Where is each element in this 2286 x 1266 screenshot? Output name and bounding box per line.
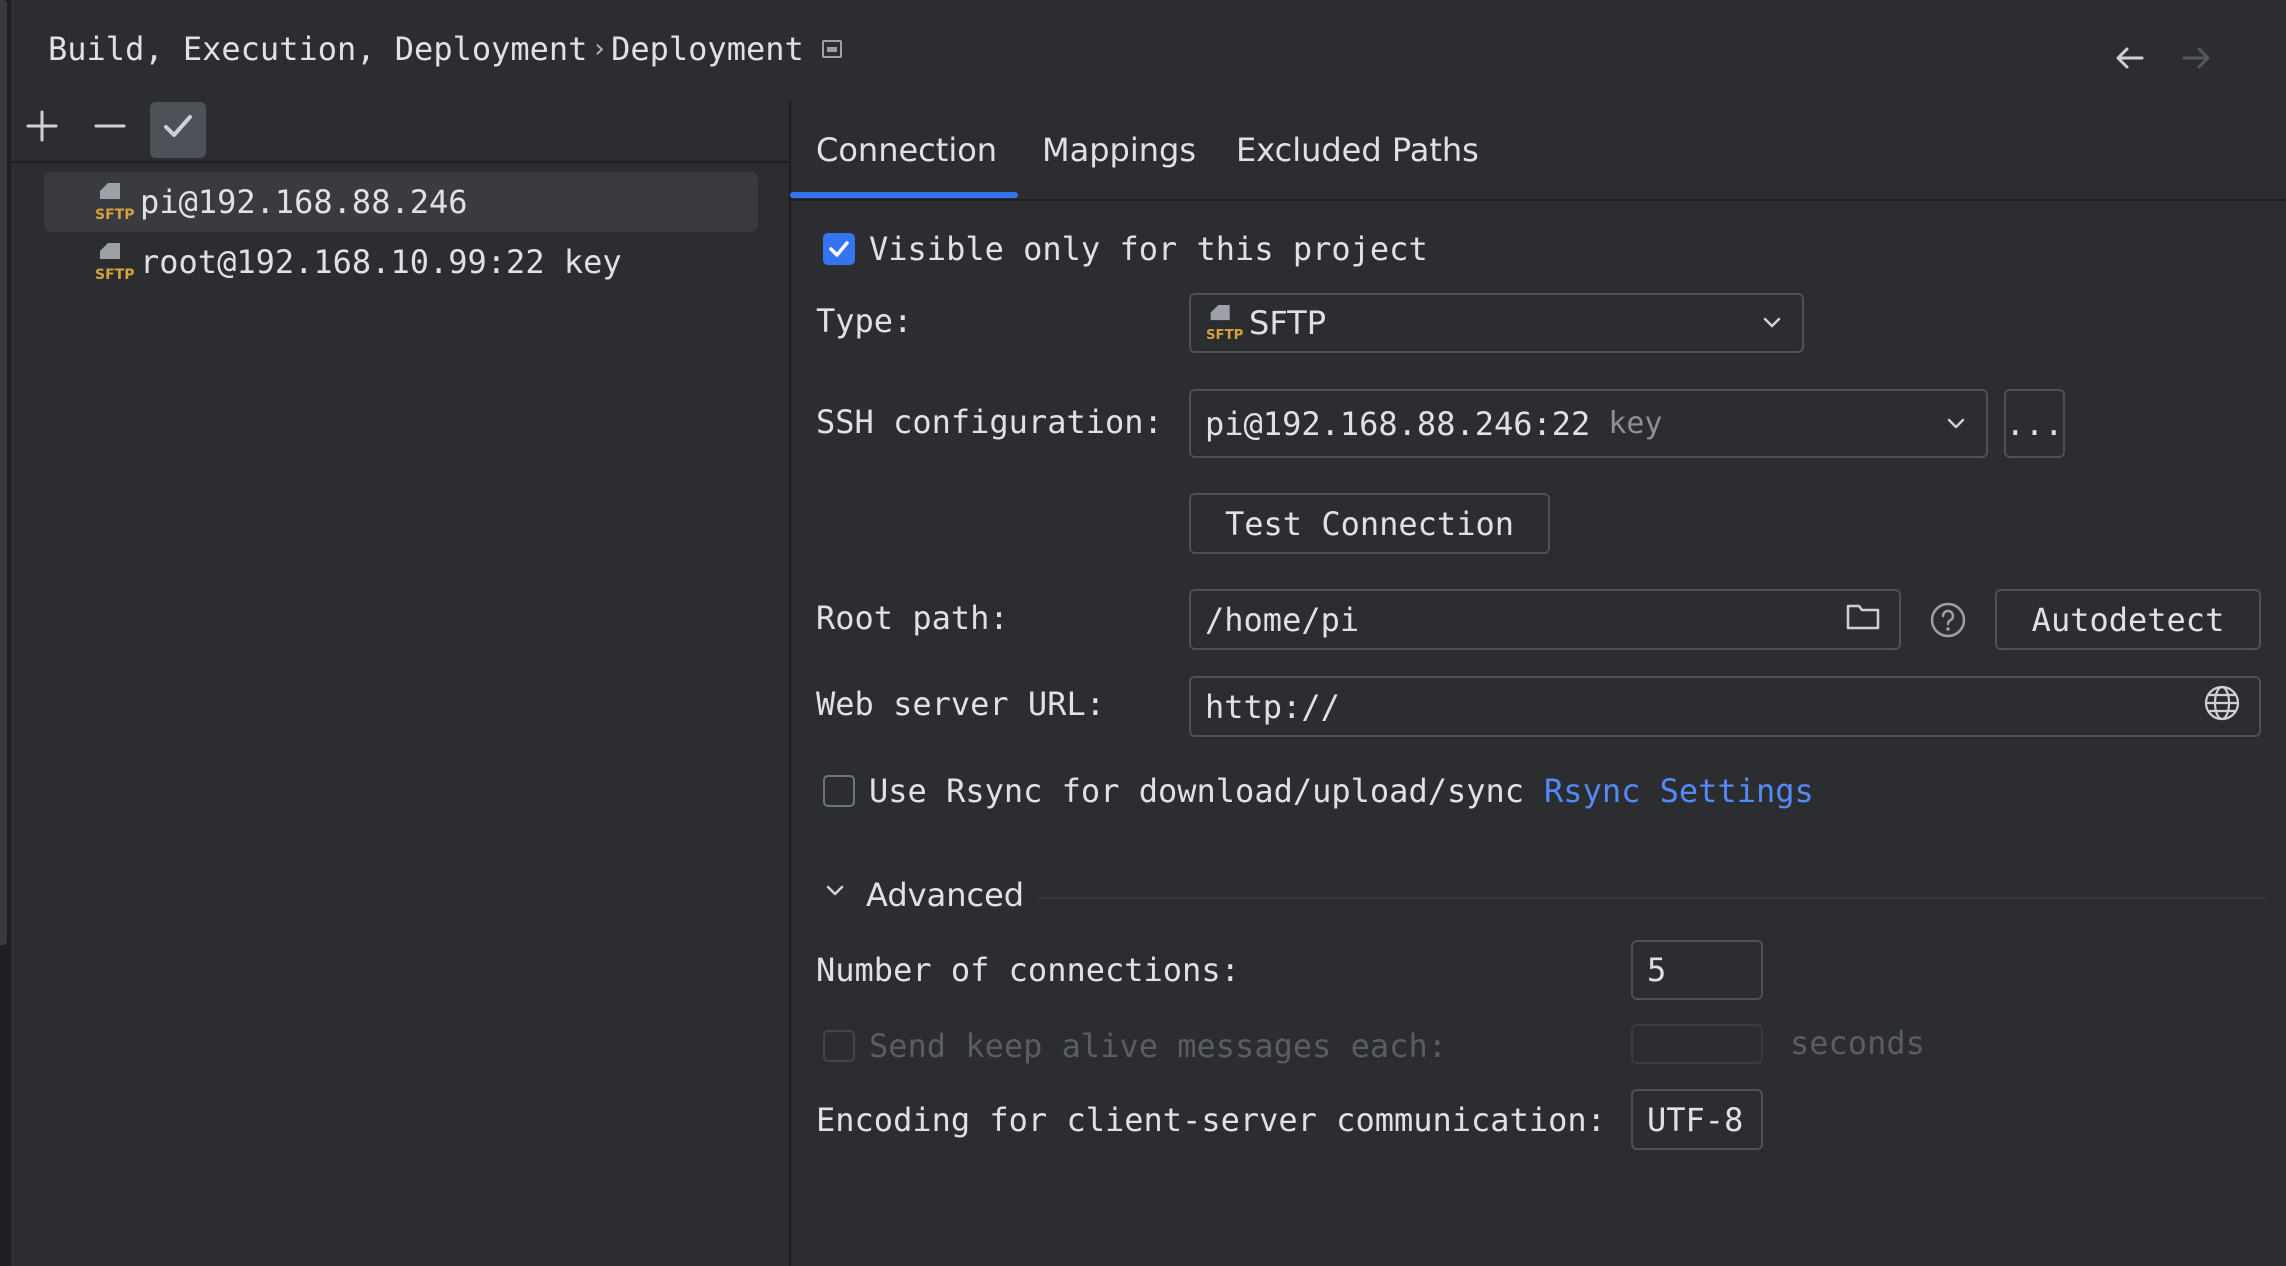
keepalive-input[interactable] [1631, 1024, 1763, 1064]
add-server-button[interactable] [14, 102, 70, 158]
keepalive-label: Send keep alive messages each: [869, 1027, 1447, 1065]
chevron-down-icon [1760, 304, 1784, 342]
sftp-icon: SFTP [94, 241, 134, 283]
tab-mappings[interactable]: Mappings [1042, 100, 1196, 200]
ssh-config-hint: key [1608, 406, 1663, 441]
help-icon[interactable] [1929, 601, 1967, 647]
keepalive-row: Send keep alive messages each: [823, 1027, 1447, 1065]
connections-value: 5 [1647, 951, 1667, 989]
keepalive-unit: seconds [1790, 1024, 1925, 1062]
root-path-label: Root path: [816, 599, 1009, 637]
encoding-label: Encoding for client-server communication… [816, 1101, 1606, 1139]
ssh-config-label: SSH configuration: [816, 403, 1163, 441]
rsync-checkbox[interactable] [823, 775, 855, 807]
tab-excluded-paths[interactable]: Excluded Paths [1236, 100, 1479, 200]
splitter[interactable] [789, 100, 791, 1266]
breadcrumb-separator: › [591, 34, 608, 64]
type-select[interactable]: SFTP SFTP [1189, 293, 1804, 353]
plus-icon [24, 108, 60, 152]
sftp-icon: SFTP [94, 181, 134, 223]
back-arrow-icon[interactable] [2110, 38, 2150, 78]
minus-icon [92, 108, 128, 152]
ssh-config-more-button[interactable]: ... [2004, 389, 2065, 458]
check-icon [160, 108, 196, 152]
server-item-root[interactable]: SFTP root@192.168.10.99:22 key [44, 232, 758, 292]
project-scope-icon [821, 40, 842, 58]
rsync-label[interactable]: Use Rsync for download/upload/sync [869, 772, 1524, 810]
visible-only-checkbox[interactable] [823, 233, 855, 265]
active-tab-indicator [790, 192, 1018, 198]
tabs-divider [791, 199, 2286, 201]
left-edge-scrollbar[interactable] [0, 0, 7, 945]
rsync-row: Use Rsync for download/upload/sync Rsync… [823, 772, 1814, 810]
server-list-toolbar [14, 100, 218, 160]
folder-icon[interactable] [1845, 600, 1881, 640]
root-path-input[interactable]: /home/pi [1189, 589, 1901, 650]
rsync-settings-link[interactable]: Rsync Settings [1544, 772, 1814, 810]
test-connection-button[interactable]: Test Connection [1189, 493, 1550, 554]
remove-server-button[interactable] [82, 102, 138, 158]
svg-text:SFTP: SFTP [1206, 328, 1243, 343]
type-label: Type: [816, 302, 913, 340]
chevron-down-icon [820, 876, 850, 914]
encoding-value: UTF-8 [1647, 1100, 1744, 1139]
visible-only-row: Visible only for this project [823, 230, 1428, 268]
server-item-pi[interactable]: SFTP pi@192.168.88.246 [44, 172, 758, 232]
sftp-icon: SFTP [1205, 303, 1244, 343]
type-select-value: SFTP [1249, 304, 1326, 342]
ssh-config-value: pi@192.168.88.246:22 [1205, 404, 1591, 443]
advanced-section-toggle[interactable]: Advanced [820, 876, 1024, 914]
tab-bar: Connection Mappings Excluded Paths [791, 100, 2286, 200]
visible-only-label[interactable]: Visible only for this project [869, 230, 1428, 268]
advanced-label: Advanced [866, 876, 1025, 914]
set-default-server-button[interactable] [150, 102, 206, 158]
breadcrumb-current: Deployment [611, 30, 804, 68]
server-item-label: pi@192.168.88.246 [140, 183, 468, 221]
toolbar-divider [11, 161, 789, 163]
forward-arrow-icon[interactable] [2176, 38, 2216, 78]
encoding-input[interactable]: UTF-8 [1631, 1089, 1763, 1150]
keepalive-checkbox[interactable] [823, 1030, 855, 1062]
autodetect-button[interactable]: Autodetect [1995, 589, 2261, 650]
svg-text:SFTP: SFTP [95, 207, 134, 223]
breadcrumb-parent[interactable]: Build, Execution, Deployment [48, 30, 587, 68]
breadcrumb: Build, Execution, Deployment › Deploymen… [48, 30, 842, 68]
server-item-label: root@192.168.10.99:22 key [140, 243, 622, 281]
root-path-value: /home/pi [1205, 600, 1360, 639]
connections-label: Number of connections: [816, 951, 1240, 989]
globe-icon[interactable] [2203, 684, 2241, 730]
advanced-divider [1038, 897, 2266, 899]
web-url-value: http:// [1205, 687, 1340, 726]
chevron-down-icon [1944, 405, 1968, 443]
svg-text:SFTP: SFTP [95, 267, 134, 283]
web-url-label: Web server URL: [816, 685, 1105, 723]
server-list: SFTP pi@192.168.88.246 SFTP root@192.168… [44, 172, 758, 292]
web-url-input[interactable]: http:// [1189, 676, 2261, 737]
tab-connection[interactable]: Connection [816, 100, 997, 200]
ssh-config-select[interactable]: pi@192.168.88.246:22 key [1189, 389, 1988, 458]
connections-input[interactable]: 5 [1631, 940, 1763, 1000]
